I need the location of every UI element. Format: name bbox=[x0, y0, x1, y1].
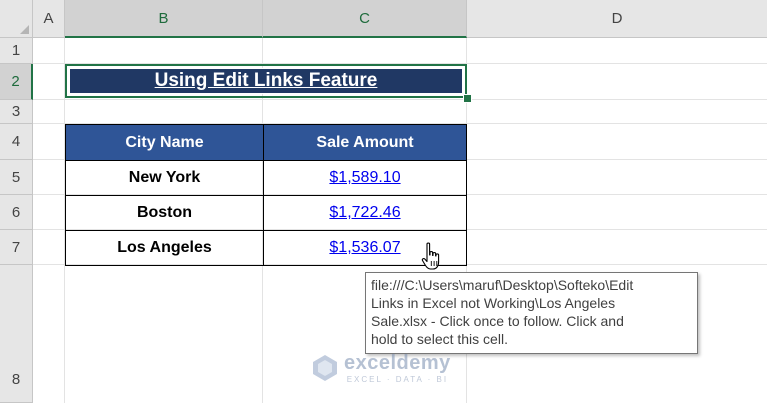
tooltip-line: hold to select this cell. bbox=[371, 331, 508, 347]
city-cell[interactable]: New York bbox=[65, 160, 264, 196]
amount-cell[interactable]: $1,589.10 bbox=[263, 160, 467, 196]
header-city-name[interactable]: City Name bbox=[65, 124, 264, 161]
watermark-tagline: EXCEL · DATA · BI bbox=[346, 375, 449, 384]
row-header-6[interactable]: 6 bbox=[0, 195, 33, 230]
spreadsheet: A B C D 1 2 3 4 5 6 7 8 Using Edit Links… bbox=[0, 0, 767, 403]
title-banner: Using Edit Links Feature bbox=[69, 68, 463, 94]
amount-link[interactable]: $1,536.07 bbox=[329, 239, 400, 256]
amount-cell[interactable]: $1,722.46 bbox=[263, 195, 467, 231]
table-header-row: City Name Sale Amount bbox=[65, 124, 467, 161]
watermark-name: exceldemy bbox=[344, 352, 451, 374]
city-cell[interactable]: Los Angeles bbox=[65, 230, 264, 266]
page-title: Using Edit Links Feature bbox=[154, 70, 378, 91]
sales-table: City Name Sale Amount New York $1,589.10… bbox=[65, 124, 467, 266]
column-header-a[interactable]: A bbox=[33, 0, 65, 38]
exceldemy-logo-icon bbox=[313, 355, 337, 381]
row-header-4[interactable]: 4 bbox=[0, 124, 33, 160]
title-cell[interactable]: Using Edit Links Feature bbox=[65, 64, 467, 98]
row-header-3[interactable]: 3 bbox=[0, 100, 33, 124]
table-row: Boston $1,722.46 bbox=[65, 195, 467, 231]
row-header-8[interactable]: 8 bbox=[0, 265, 33, 403]
gridline bbox=[33, 99, 767, 100]
header-sale-amount[interactable]: Sale Amount bbox=[263, 124, 467, 161]
row-header-5[interactable]: 5 bbox=[0, 160, 33, 195]
select-all-triangle-icon bbox=[20, 25, 29, 34]
tooltip-line: Sale.xlsx - Click once to follow. Click … bbox=[371, 313, 624, 329]
column-header-b[interactable]: B bbox=[65, 0, 263, 38]
row-header-7[interactable]: 7 bbox=[0, 230, 33, 265]
column-header-c[interactable]: C bbox=[263, 0, 467, 38]
row-header-2[interactable]: 2 bbox=[0, 64, 33, 100]
hyperlink-tooltip: file:///C:\Users\maruf\Desktop\Softeko\E… bbox=[365, 272, 698, 354]
city-cell[interactable]: Boston bbox=[65, 195, 264, 231]
select-all-corner[interactable] bbox=[0, 0, 33, 38]
row-header-1[interactable]: 1 bbox=[0, 38, 33, 64]
amount-link[interactable]: $1,722.46 bbox=[329, 204, 400, 221]
fill-handle[interactable] bbox=[463, 94, 472, 103]
hand-pointer-icon bbox=[421, 242, 440, 270]
tooltip-line: Links in Excel not Working\Los Angeles bbox=[371, 295, 616, 311]
table-row: New York $1,589.10 bbox=[65, 160, 467, 196]
amount-link[interactable]: $1,589.10 bbox=[329, 169, 400, 186]
watermark: exceldemy EXCEL · DATA · BI bbox=[310, 352, 451, 384]
table-row: Los Angeles $1,536.07 bbox=[65, 230, 467, 266]
column-header-d[interactable]: D bbox=[467, 0, 767, 38]
tooltip-line: file:///C:\Users\maruf\Desktop\Softeko\E… bbox=[371, 277, 634, 293]
